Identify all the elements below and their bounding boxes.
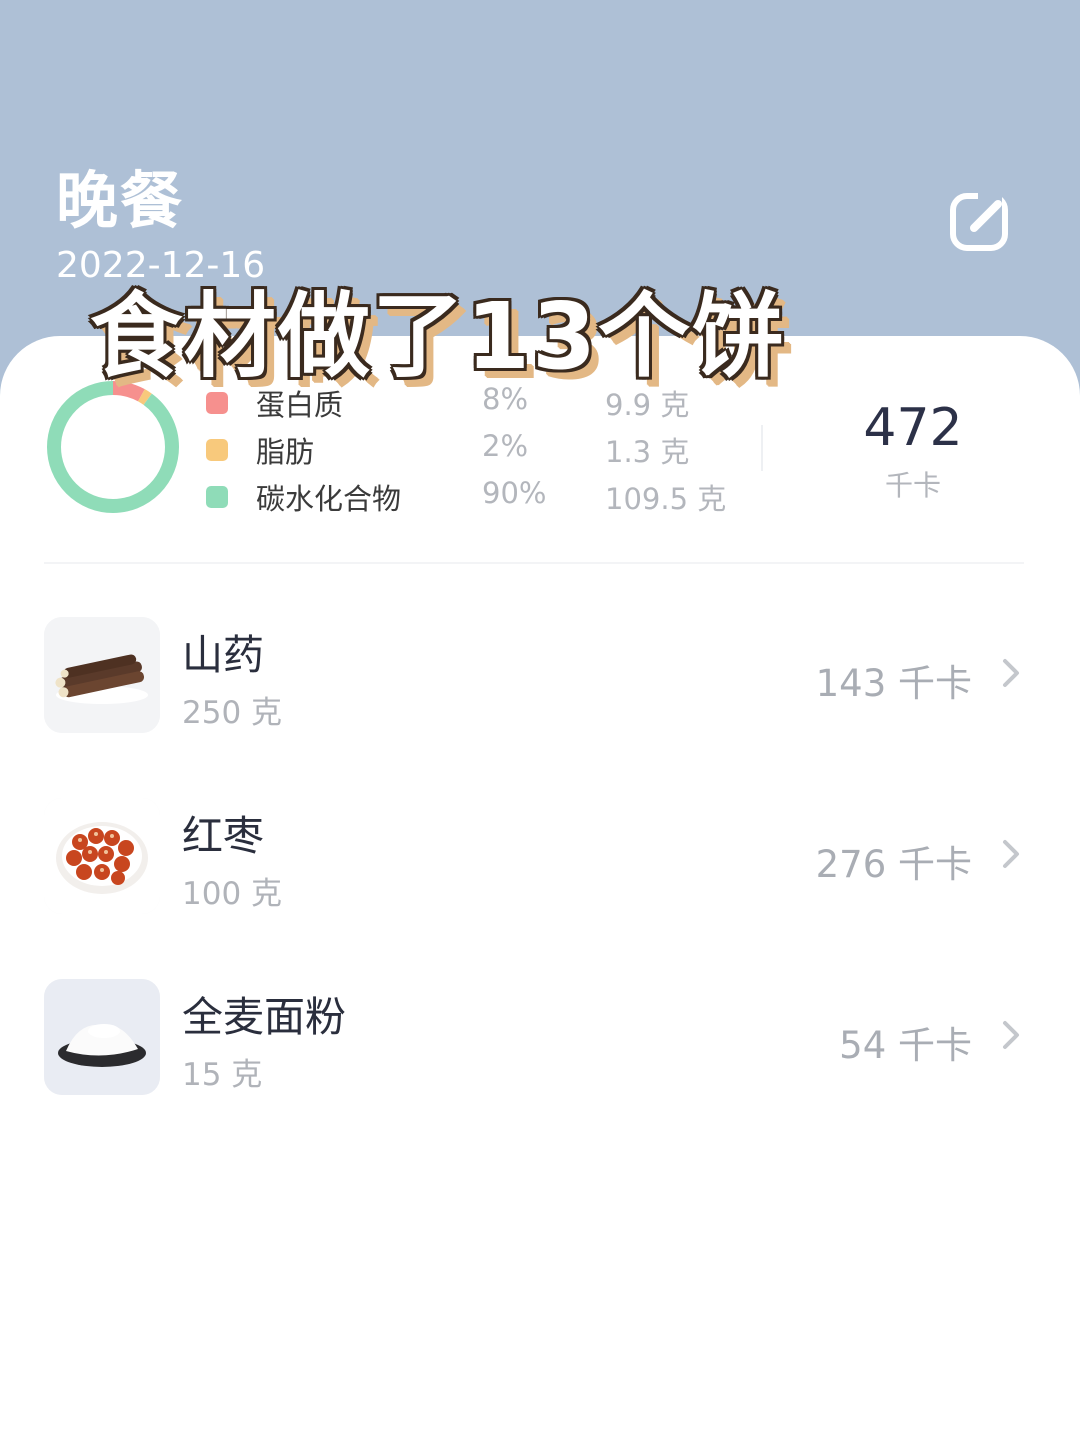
legend-row-fat: 脂肪 2% 1.3 克: [200, 423, 760, 470]
summary-divider: [761, 425, 763, 471]
donut-segment-carbs: [47, 381, 179, 513]
macro-name: 脂肪: [256, 435, 315, 469]
food-name: 山药: [182, 631, 264, 679]
red-dates-image: [44, 798, 160, 914]
total-calories: 472: [863, 398, 963, 458]
food-name: 全麦面粉: [182, 993, 346, 1041]
food-calories: 143 千卡: [815, 662, 972, 705]
overlay-caption-text: 食材做了13个饼: [90, 283, 787, 390]
food-weight: 15 克: [182, 1057, 263, 1093]
macro-legend: 蛋白质 8% 9.9 克 脂肪 2% 1.3 克 碳水化合物 90% 109.5…: [200, 376, 760, 517]
food-weight: 100 克: [182, 876, 283, 912]
food-item-whole-wheat-flour[interactable]: 全麦面粉 15 克 54 千卡: [0, 979, 1080, 1099]
chevron-right-icon: [1003, 1021, 1019, 1049]
whole-wheat-flour-image: [44, 979, 160, 1095]
chevron-right-icon: [1003, 659, 1019, 687]
protein-color-dot: [206, 392, 228, 414]
food-calories: 276 千卡: [815, 843, 972, 886]
chevron-right-icon: [1003, 840, 1019, 868]
food-calories: 54 千卡: [839, 1024, 972, 1067]
carbs-color-dot: [206, 486, 228, 508]
macro-percent: 90%: [482, 476, 547, 510]
section-divider: [44, 562, 1024, 564]
total-calories-unit: 千卡: [884, 469, 941, 502]
yam-image: [44, 617, 160, 733]
food-name: 红枣: [182, 812, 264, 860]
food-item-yam[interactable]: 山药 250 克 143 千卡: [0, 617, 1080, 737]
edit-icon[interactable]: [948, 188, 1014, 254]
macro-percent: 2%: [482, 429, 529, 463]
macro-amount: 109.5 克: [605, 482, 727, 516]
macro-name: 碳水化合物: [256, 482, 402, 516]
legend-row-carbs: 碳水化合物 90% 109.5 克: [200, 470, 760, 517]
macro-amount: 1.3 克: [605, 435, 690, 469]
food-weight: 250 克: [182, 695, 283, 731]
meal-title: 晚餐: [56, 164, 185, 237]
food-item-red-dates[interactable]: 红枣 100 克 276 千卡: [0, 798, 1080, 918]
overlay-caption: 食材做了13个饼: [90, 262, 890, 390]
macro-donut-chart: [47, 381, 179, 513]
fat-color-dot: [206, 439, 228, 461]
